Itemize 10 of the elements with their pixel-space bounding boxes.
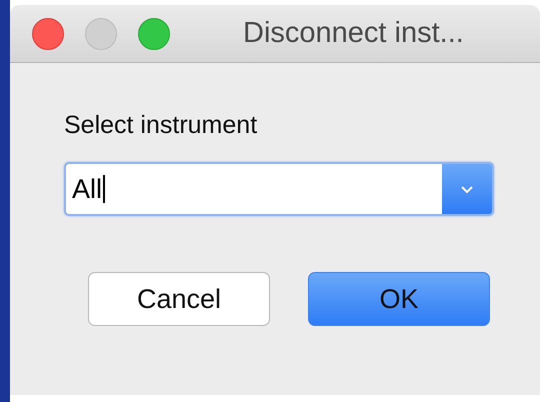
field-label: Select instrument xyxy=(64,111,258,140)
ok-button[interactable]: OK xyxy=(308,272,490,326)
window-title: Disconnect inst... xyxy=(243,17,464,50)
instrument-combo-box[interactable]: All xyxy=(64,162,494,216)
chevron-down-icon xyxy=(460,184,474,194)
dropdown-button[interactable] xyxy=(442,164,492,214)
close-button[interactable] xyxy=(32,18,64,50)
cancel-button[interactable]: Cancel xyxy=(88,272,270,326)
zoom-button[interactable] xyxy=(138,18,170,50)
minimize-button[interactable] xyxy=(85,18,117,50)
